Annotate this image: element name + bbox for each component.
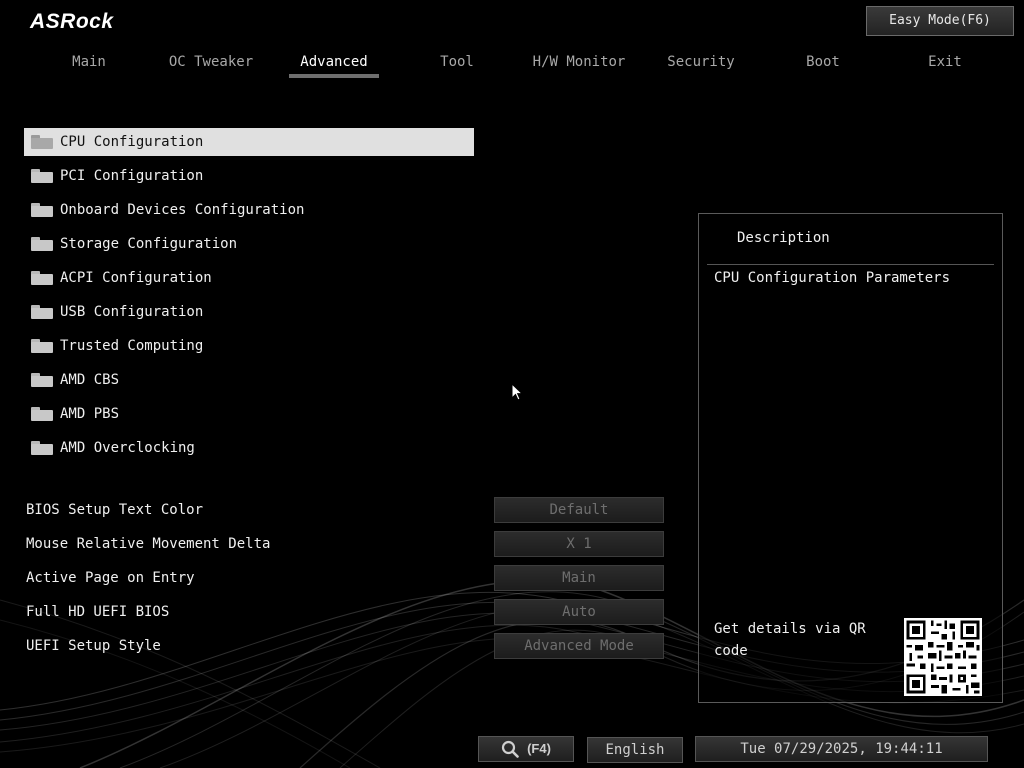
bios-text-color-select[interactable]: Default — [494, 497, 664, 523]
tab-security[interactable]: Security — [642, 50, 760, 78]
menu-item-pci-configuration[interactable]: PCI Configuration — [24, 162, 474, 190]
menu-item-label: AMD CBS — [60, 372, 119, 388]
menu-item-amd-pbs[interactable]: AMD PBS — [24, 400, 474, 428]
folder-icon — [31, 203, 53, 217]
search-icon — [501, 740, 519, 758]
setting-label: BIOS Setup Text Color — [24, 502, 496, 518]
mouse-pointer-icon — [511, 383, 523, 401]
folder-icon — [31, 135, 53, 149]
menu-item-trusted-computing[interactable]: Trusted Computing — [24, 332, 474, 360]
main-tab-bar: Main OC Tweaker Advanced Tool H/W Monito… — [30, 50, 1010, 80]
setting-label: Active Page on Entry — [24, 570, 496, 586]
qr-code-icon — [904, 618, 982, 696]
folder-icon — [31, 169, 53, 183]
folder-icon — [31, 237, 53, 251]
menu-item-usb-configuration[interactable]: USB Configuration — [24, 298, 474, 326]
setting-label: Full HD UEFI BIOS — [24, 604, 496, 620]
asrock-logo: ASRock — [30, 10, 114, 34]
setup-style-select[interactable]: Advanced Mode — [494, 633, 664, 659]
tab-main[interactable]: Main — [30, 50, 148, 78]
easy-mode-button[interactable]: Easy Mode(F6) — [866, 6, 1014, 36]
tab-boot[interactable]: Boot — [764, 50, 882, 78]
setting-row-mouse-delta: Mouse Relative Movement Delta X 1 — [24, 530, 674, 558]
description-title: Description — [737, 230, 830, 246]
tab-tool[interactable]: Tool — [398, 50, 516, 78]
mouse-delta-select[interactable]: X 1 — [494, 531, 664, 557]
menu-item-label: Onboard Devices Configuration — [60, 202, 304, 218]
advanced-menu-list: CPU Configuration PCI Configuration Onbo… — [24, 128, 474, 468]
folder-icon — [31, 407, 53, 421]
description-text: CPU Configuration Parameters — [714, 270, 950, 286]
tab-oc-tweaker[interactable]: OC Tweaker — [152, 50, 270, 78]
folder-icon — [31, 305, 53, 319]
description-panel: Description CPU Configuration Parameters… — [698, 213, 1003, 703]
menu-item-onboard-devices-configuration[interactable]: Onboard Devices Configuration — [24, 196, 474, 224]
setting-row-full-hd: Full HD UEFI BIOS Auto — [24, 598, 674, 626]
menu-item-label: Trusted Computing — [60, 338, 203, 354]
datetime-display: Tue 07/29/2025, 19:44:11 — [695, 736, 988, 762]
setting-row-active-page: Active Page on Entry Main — [24, 564, 674, 592]
tab-advanced[interactable]: Advanced — [275, 50, 393, 78]
menu-item-amd-overclocking[interactable]: AMD Overclocking — [24, 434, 474, 462]
folder-icon — [31, 373, 53, 387]
menu-item-label: AMD PBS — [60, 406, 119, 422]
menu-item-cpu-configuration[interactable]: CPU Configuration — [24, 128, 474, 156]
menu-item-label: AMD Overclocking — [60, 440, 195, 456]
menu-item-label: PCI Configuration — [60, 168, 203, 184]
language-button[interactable]: English — [587, 737, 683, 763]
folder-icon — [31, 339, 53, 353]
search-button[interactable]: (F4) — [478, 736, 574, 762]
menu-item-label: CPU Configuration — [60, 134, 203, 150]
tab-exit[interactable]: Exit — [886, 50, 1004, 78]
menu-item-label: ACPI Configuration — [60, 270, 212, 286]
description-divider — [707, 264, 994, 265]
active-page-select[interactable]: Main — [494, 565, 664, 591]
setting-label: Mouse Relative Movement Delta — [24, 536, 496, 552]
tab-hw-monitor[interactable]: H/W Monitor — [520, 50, 638, 78]
menu-item-label: Storage Configuration — [60, 236, 237, 252]
setting-label: UEFI Setup Style — [24, 638, 496, 654]
full-hd-select[interactable]: Auto — [494, 599, 664, 625]
menu-item-acpi-configuration[interactable]: ACPI Configuration — [24, 264, 474, 292]
menu-item-storage-configuration[interactable]: Storage Configuration — [24, 230, 474, 258]
menu-item-label: USB Configuration — [60, 304, 203, 320]
folder-icon — [31, 271, 53, 285]
settings-list: BIOS Setup Text Color Default Mouse Rela… — [24, 496, 674, 666]
setting-row-bios-text-color: BIOS Setup Text Color Default — [24, 496, 674, 524]
menu-item-amd-cbs[interactable]: AMD CBS — [24, 366, 474, 394]
setting-row-setup-style: UEFI Setup Style Advanced Mode — [24, 632, 674, 660]
qr-caption: Get details via QR code — [714, 618, 879, 662]
search-shortcut-label: (F4) — [527, 737, 551, 761]
folder-icon — [31, 441, 53, 455]
